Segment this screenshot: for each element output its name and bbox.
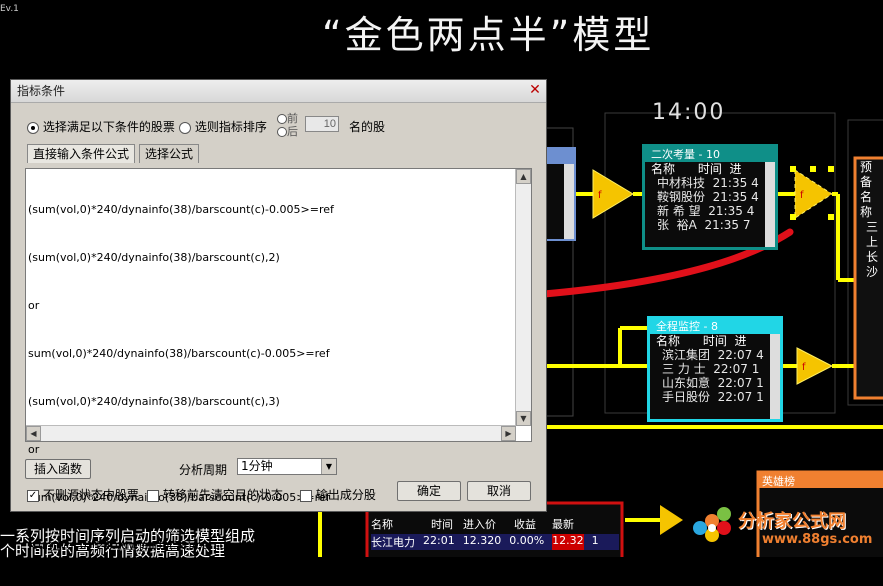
selection-handle[interactable] <box>828 166 834 172</box>
selection-handle[interactable] <box>810 166 816 172</box>
checkbox-icon[interactable] <box>300 489 312 502</box>
column-header: 名称 时间 进 <box>656 334 747 348</box>
period-label: 分析周期 <box>179 463 228 477</box>
clock-label: 14:00 <box>652 100 726 125</box>
preparation-panel[interactable]: 预备 名称 三 上 长沙 <box>860 160 883 280</box>
second-review-panel[interactable]: 二次考量 - 10 名称 时间 进 中材科技 21:35 4 鞍钢股份 21:3… <box>642 144 778 250</box>
insert-function-button[interactable]: 插入函数 <box>25 459 91 479</box>
scroll-right-icon[interactable]: ▶ <box>501 426 516 441</box>
tab-direct-input[interactable]: 直接输入条件公式 <box>27 144 136 163</box>
output-components-checkbox[interactable]: 输出成分股 <box>300 486 376 503</box>
radio-sort-icon[interactable] <box>179 121 191 134</box>
filter-f-glyph: f <box>802 362 806 373</box>
model-title: “金色两点半”模型 <box>322 13 655 57</box>
clear-target-checkbox[interactable]: 转移前先清空目的状态 <box>147 486 283 503</box>
period-select[interactable]: 1分钟 ▼ <box>237 458 337 475</box>
dialog-title: 指标条件 <box>17 84 66 98</box>
selection-handle[interactable] <box>828 214 834 220</box>
list-item[interactable]: 张 裕A 21:35 7 <box>645 218 775 232</box>
close-icon[interactable]: ✕ <box>528 83 542 97</box>
list-item[interactable]: 山东如意 22:07 1 <box>650 376 780 390</box>
selection-handle[interactable] <box>790 166 796 172</box>
indicator-condition-dialog[interactable]: 指标条件 ✕ 选择满足以下条件的股票 选则指标排序 前 后 名的股 直接输入条件… <box>10 79 547 552</box>
radio-after-icon[interactable] <box>277 127 287 137</box>
scrollbar[interactable] <box>564 164 574 239</box>
formula-editor[interactable]: (sum(vol,0)*240/dynainfo(38)/barscount(c… <box>25 168 532 552</box>
radio-sort[interactable]: 选则指标排序 <box>179 118 267 135</box>
filter-f-glyph: f <box>598 190 602 201</box>
full-monitor-panel[interactable]: 全程监控 - 8 名称 时间 进 滨江集团 22:07 4 三 力 士 22:0… <box>647 316 783 422</box>
scroll-left-icon[interactable]: ◀ <box>26 426 41 441</box>
list-item[interactable]: 长沙 <box>860 250 883 280</box>
dialog-titlebar[interactable]: 指标条件 ✕ <box>11 80 546 103</box>
rank-count-input[interactable] <box>305 116 339 132</box>
vertical-scrollbar[interactable]: ▲ ▼ <box>515 169 531 426</box>
filter-node-icon[interactable] <box>660 505 683 535</box>
watermark-brand: 分析家公式网 <box>738 511 846 532</box>
list-item[interactable]: 中材科技 21:35 4 <box>645 176 775 190</box>
list-item[interactable]: 三 <box>860 220 883 235</box>
before-after-radios[interactable]: 前 后 <box>277 112 298 138</box>
list-item[interactable]: 手日股份 22:07 1 <box>650 390 780 404</box>
ok-button[interactable]: 确定 <box>397 481 461 501</box>
selection-handle[interactable] <box>790 214 796 220</box>
list-item[interactable]: 上 <box>860 235 883 250</box>
cancel-button[interactable]: 取消 <box>467 481 531 501</box>
watermark-url: www.88gs.com <box>762 532 873 547</box>
horizontal-scrollbar[interactable]: ◀ ▶ <box>26 425 516 441</box>
scrollbar[interactable] <box>770 334 780 419</box>
filter-f-glyph: f <box>800 190 804 201</box>
column-header: 名称 时间 进 <box>651 162 742 176</box>
keep-source-checkbox[interactable]: ✓ 不删源状态中股票 <box>27 486 139 503</box>
panel-header: 全程监控 - 8 <box>650 319 780 334</box>
scroll-down-icon[interactable]: ▼ <box>516 411 531 426</box>
column-header: 名称 <box>860 190 873 219</box>
radio-satisfy[interactable]: 选择满足以下条件的股票 <box>27 118 175 135</box>
tab-select-formula[interactable]: 选择公式 <box>139 144 200 163</box>
checkbox-checked-icon[interactable]: ✓ <box>27 489 39 502</box>
formula-text[interactable]: (sum(vol,0)*240/dynainfo(38)/barscount(c… <box>28 170 515 586</box>
version-label: Ev.1 <box>0 4 19 14</box>
radio-before-icon[interactable] <box>277 114 287 124</box>
panel-header: 二次考量 - 10 <box>645 147 775 162</box>
radio-satisfy-icon[interactable] <box>27 121 39 134</box>
list-item[interactable]: 滨江集团 22:07 4 <box>650 348 780 362</box>
checkbox-icon[interactable] <box>147 489 159 502</box>
hero-panel-title: 英雄榜 <box>762 475 795 488</box>
panel-header: 预备 <box>860 160 873 189</box>
list-item[interactable]: 三 力 士 22:07 1 <box>650 362 780 376</box>
watermark-logo-icon <box>693 507 731 542</box>
list-item[interactable]: 新 希 望 21:35 4 <box>645 204 775 218</box>
rank-count-suffix: 名的股 <box>349 120 386 134</box>
chevron-down-icon[interactable]: ▼ <box>321 459 336 474</box>
scrollbar[interactable] <box>765 162 775 247</box>
list-item[interactable]: 鞍钢股份 21:35 4 <box>645 190 775 204</box>
scroll-up-icon[interactable]: ▲ <box>516 169 531 184</box>
